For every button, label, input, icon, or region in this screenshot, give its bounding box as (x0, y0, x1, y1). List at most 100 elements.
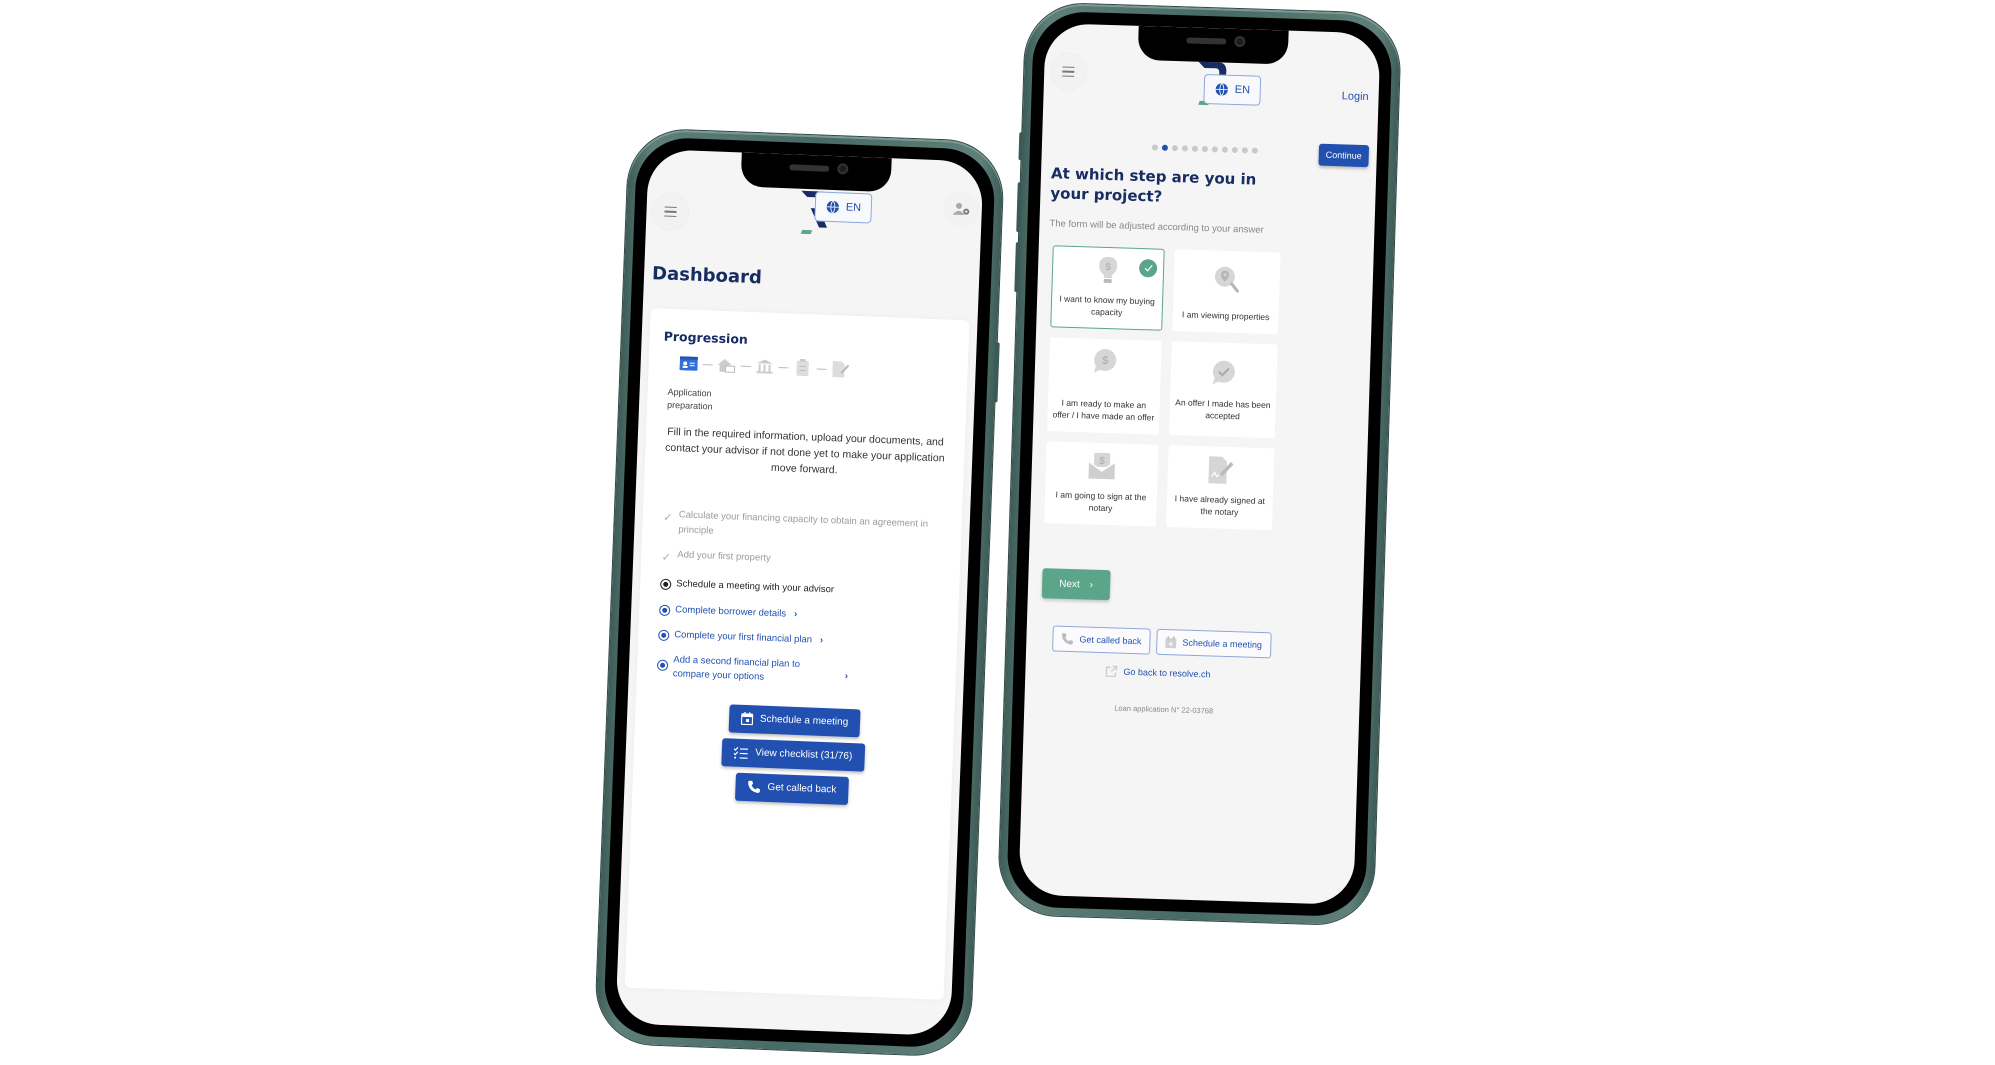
svg-text:$: $ (1102, 355, 1108, 367)
phone-notch (740, 152, 892, 193)
phone-bezel: EN Login Continue At which step are you … (1006, 10, 1393, 918)
progression-steps (678, 354, 953, 383)
get-called-back-label: Get called back (767, 782, 837, 796)
front-camera (1233, 35, 1245, 48)
option-already-signed[interactable]: I have already signed at the notary (1166, 445, 1275, 531)
view-checklist-button[interactable]: View checklist (31/76) (721, 737, 865, 772)
house-laptop-icon (716, 356, 737, 375)
loan-application-number: Loan application N° 22-03768 (1114, 703, 1214, 716)
continue-button[interactable]: Continue (1318, 143, 1370, 168)
questionnaire-screen: EN Login Continue At which step are you … (1018, 22, 1381, 906)
radio-pending-icon (658, 604, 670, 616)
radio-pending-icon (656, 659, 668, 672)
progress-dot-active (1161, 144, 1169, 151)
todo-label: Complete your first financial plan (674, 629, 813, 646)
check-icon: ✓ (662, 512, 673, 525)
contact-actions: Get called back Schedule a meeting (1052, 625, 1272, 659)
power-button (993, 342, 1000, 403)
get-called-back-button[interactable]: Get called back (735, 772, 849, 805)
volume-up-button (1016, 182, 1022, 233)
chevron-right-icon: › (1089, 579, 1094, 591)
option-label: I am ready to make an offer / I have mad… (1052, 397, 1155, 423)
speaker-grille (1185, 37, 1226, 45)
language-label: EN (1234, 83, 1251, 97)
todo-label: Calculate your financing capacity to obt… (678, 509, 929, 537)
signed-document-icon (1208, 456, 1234, 484)
envelope-dollar-icon: $ (1088, 452, 1116, 480)
chevron-right-icon: › (844, 670, 849, 683)
option-offer-accepted[interactable]: An offer I made has been accepted (1168, 341, 1278, 439)
todo-list: ✓ Calculate your financing capacity to o… (650, 508, 947, 692)
option-making-offer[interactable]: $ I am ready to make an offer / I have m… (1046, 337, 1162, 435)
back-to-site-link[interactable]: Go back to resolve.ch (1105, 665, 1211, 680)
checklist-icon (734, 746, 749, 759)
mute-switch (1018, 132, 1024, 161)
todo-label: Add your first property (677, 549, 771, 564)
volume-down-button (1014, 242, 1020, 293)
location-search-icon (1214, 266, 1239, 293)
chevron-right-icon: › (819, 634, 824, 646)
step-connector (740, 365, 751, 367)
todo-item-first-financial-plan[interactable]: Complete your first financial plan › (652, 627, 943, 652)
question-subtitle: The form will be adjusted according to y… (1049, 218, 1264, 236)
option-label: I want to know my buying capacity (1059, 293, 1155, 318)
next-button[interactable]: Next › (1041, 568, 1111, 601)
question-title: At which step are you in your project? (1050, 164, 1257, 206)
back-link-label: Go back to resolve.ch (1123, 666, 1211, 680)
bank-icon (754, 357, 775, 376)
progress-dot (1251, 147, 1258, 154)
svg-text:$: $ (1099, 456, 1105, 467)
option-viewing-properties[interactable]: I am viewing properties (1172, 249, 1281, 335)
hamburger-menu-icon[interactable] (651, 193, 690, 231)
globe-icon (1215, 83, 1228, 96)
progress-dot (1211, 146, 1218, 153)
step-progress-dots (1151, 144, 1258, 154)
progress-dot (1171, 144, 1179, 152)
login-link[interactable]: Login (1342, 90, 1369, 103)
todo-item-borrower-details[interactable]: Complete borrower details › (653, 602, 944, 627)
get-called-back-label: Get called back (1079, 634, 1142, 647)
todo-label: Complete borrower details (675, 603, 787, 620)
todo-label: Schedule a meeting with your advisor (676, 578, 835, 596)
todo-item-schedule-meeting: Schedule a meeting with your advisor (654, 577, 945, 602)
id-card-icon (678, 354, 699, 373)
speaker-grille (788, 164, 829, 172)
hamburger-menu-icon[interactable] (1049, 53, 1087, 91)
schedule-meeting-button[interactable]: Schedule a meeting (728, 704, 861, 738)
svg-text:$: $ (1105, 262, 1111, 273)
language-label: EN (845, 201, 862, 215)
dashboard-actions: Schedule a meeting View checklist (31/76… (646, 701, 940, 808)
next-label: Next (1059, 578, 1080, 590)
todo-item-financing-capacity: ✓ Calculate your financing capacity to o… (656, 508, 948, 548)
todo-item-add-property: ✓ Add your first property (655, 547, 946, 577)
progress-dot (1201, 145, 1208, 153)
progression-description: Fill in the required information, upload… (664, 425, 945, 477)
globe-icon (826, 200, 839, 214)
phone-bezel: EN Dashboard Progression Application pre… (602, 136, 997, 1049)
todo-label: Add a second financial plan to compare y… (672, 654, 801, 684)
option-going-to-sign[interactable]: $ I am going to sign at the notary (1044, 441, 1159, 527)
language-selector[interactable]: EN (1203, 73, 1262, 106)
phone-notch (1137, 25, 1289, 65)
schedule-meeting-button[interactable]: Schedule a meeting (1156, 628, 1272, 659)
calendar-icon (740, 712, 754, 726)
chat-dollar-icon: $ (1093, 348, 1117, 373)
clipboard-checklist-icon (792, 358, 813, 378)
option-label: An offer I made has been accepted (1175, 397, 1271, 421)
check-icon: ✓ (661, 551, 672, 564)
get-called-back-button[interactable]: Get called back (1052, 625, 1151, 655)
current-step-label: Application preparation (666, 386, 713, 412)
progress-dot (1231, 146, 1238, 154)
phone-questionnaire: EN Login Continue At which step are you … (997, 2, 1402, 926)
signed-document-icon (830, 360, 851, 379)
chevron-right-icon: › (793, 608, 798, 620)
progress-dot (1151, 144, 1159, 151)
option-label: I have already signed at the notary (1174, 493, 1266, 517)
option-buying-capacity[interactable]: $ I want to know my buying capacity (1050, 245, 1165, 331)
user-settings-icon[interactable] (943, 190, 981, 228)
selected-check-icon (1138, 259, 1158, 278)
step-connector (702, 363, 713, 365)
language-selector[interactable]: EN (814, 191, 873, 224)
progression-title: Progression (663, 328, 749, 347)
todo-item-second-financial-plan[interactable]: Add a second financial plan to compare y… (650, 653, 942, 693)
